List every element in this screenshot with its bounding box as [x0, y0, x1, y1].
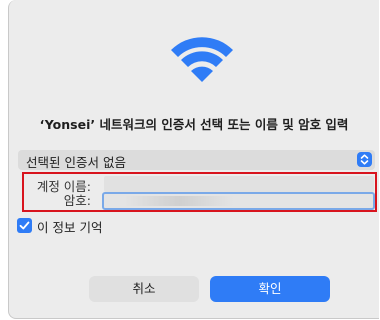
password-label: 암호:	[63, 193, 91, 208]
certificate-select-value: 선택된 인증서 없음	[26, 155, 126, 170]
cancel-button[interactable]: 취소	[89, 276, 199, 302]
account-name-field[interactable]	[104, 176, 374, 192]
wifi-icon	[171, 37, 233, 82]
ok-button[interactable]: 확인	[210, 276, 330, 302]
password-text	[124, 196, 234, 206]
remember-checkbox[interactable]	[17, 218, 32, 233]
dialog-title: ‘Yonsei’ 네트워크의 인증서 선택 또는 이름 및 암호 입력	[39, 117, 349, 132]
certificate-select[interactable]: 선택된 인증서 없음	[18, 150, 375, 170]
chevron-updown-icon[interactable]	[357, 152, 372, 167]
network-auth-dialog: ‘Yonsei’ 네트워크의 인증서 선택 또는 이름 및 암호 입력 선택된 …	[8, 0, 379, 319]
password-field[interactable]	[102, 192, 375, 210]
remember-label: 이 정보 기억	[37, 220, 103, 235]
